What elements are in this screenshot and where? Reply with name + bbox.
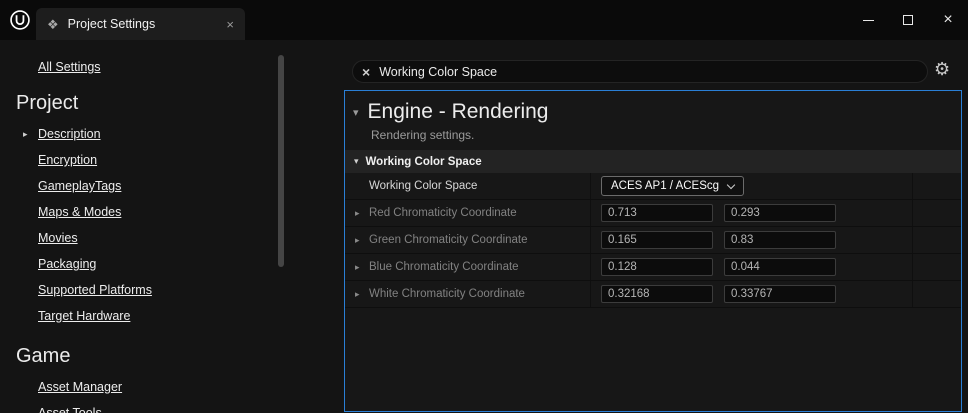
sidebar-item-maps-modes[interactable]: Maps & Modes xyxy=(38,199,344,225)
search-input[interactable] xyxy=(379,65,918,79)
chevron-down-icon xyxy=(727,180,735,188)
maximize-button[interactable] xyxy=(888,0,928,40)
sidebar-item-label: Encryption xyxy=(38,153,97,167)
sidebar-item-encryption[interactable]: Encryption xyxy=(38,147,344,173)
coordinate-x-input[interactable] xyxy=(601,258,713,276)
setting-label: White Chromaticity Coordinate xyxy=(369,288,525,300)
coordinate-x-input[interactable] xyxy=(601,285,713,303)
sidebar-item-label: Maps & Modes xyxy=(38,205,121,219)
row-blue-chromaticity: ▸ Blue Chromaticity Coordinate xyxy=(345,254,961,281)
sidebar-scrollbar[interactable] xyxy=(278,55,284,267)
setting-label: Working Color Space xyxy=(369,180,477,192)
row-value-cell xyxy=(591,227,913,253)
sidebar-item-label: GameplayTags xyxy=(38,179,121,193)
sidebar-section-game: Game xyxy=(16,345,344,368)
sidebar-item-packaging[interactable]: Packaging xyxy=(38,251,344,277)
sidebar-item-supported-platforms[interactable]: Supported Platforms xyxy=(38,277,344,303)
sidebar-section-project: Project xyxy=(16,92,344,115)
project-settings-tab-icon: ❖ xyxy=(47,18,59,31)
coordinate-y-input[interactable] xyxy=(724,231,836,249)
row-red-chromaticity: ▸ Red Chromaticity Coordinate xyxy=(345,200,961,227)
row-green-chromaticity: ▸ Green Chromaticity Coordinate xyxy=(345,227,961,254)
expand-arrow-icon[interactable]: ▸ xyxy=(23,129,28,140)
row-label-cell: Working Color Space xyxy=(345,173,591,199)
setting-label: Red Chromaticity Coordinate xyxy=(369,207,517,219)
reset-cell xyxy=(913,173,961,199)
row-value-cell xyxy=(591,200,913,226)
row-value-cell: ACES AP1 / ACEScg xyxy=(591,173,913,199)
row-value-cell xyxy=(591,281,913,307)
tab-title: Project Settings xyxy=(68,17,156,31)
row-label-cell: ▸ Red Chromaticity Coordinate xyxy=(345,200,591,226)
coordinate-y-input[interactable] xyxy=(724,204,836,222)
sidebar-item-label: Asset Manager xyxy=(38,380,122,394)
row-label-cell: ▸ White Chromaticity Coordinate xyxy=(345,281,591,307)
panel-subtitle: Rendering settings. xyxy=(371,128,961,142)
sidebar-item-asset-tools[interactable]: Asset Tools xyxy=(38,400,344,413)
unreal-engine-logo-icon xyxy=(9,9,31,31)
coordinate-x-input[interactable] xyxy=(601,231,713,249)
reset-cell xyxy=(913,200,961,226)
color-space-dropdown[interactable]: ACES AP1 / ACEScg xyxy=(601,176,744,196)
row-label-cell: ▸ Green Chromaticity Coordinate xyxy=(345,227,591,253)
sidebar-item-description[interactable]: ▸ Description xyxy=(38,121,344,147)
expand-arrow-icon[interactable]: ▸ xyxy=(355,235,360,246)
settings-gear-icon[interactable]: ⚙ xyxy=(934,59,950,80)
setting-label: Green Chromaticity Coordinate xyxy=(369,234,528,246)
collapse-arrow-icon[interactable]: ▾ xyxy=(353,106,359,119)
panel-title: Engine - Rendering xyxy=(368,100,549,124)
sidebar-item-label: Target Hardware xyxy=(38,309,130,323)
sidebar-item-label: Asset Tools xyxy=(38,406,102,413)
row-working-color-space: Working Color Space ACES AP1 / ACEScg xyxy=(345,173,961,200)
project-settings-tab[interactable]: ❖ Project Settings × xyxy=(36,8,245,40)
coordinate-y-input[interactable] xyxy=(724,285,836,303)
window-controls: × xyxy=(848,0,968,40)
sidebar-item-label: Description xyxy=(38,127,101,141)
setting-label: Blue Chromaticity Coordinate xyxy=(369,261,519,273)
reset-cell xyxy=(913,281,961,307)
sidebar-item-label: Supported Platforms xyxy=(38,283,152,297)
clear-search-icon[interactable]: × xyxy=(362,65,370,79)
category-working-color-space[interactable]: ▾ Working Color Space xyxy=(345,150,961,173)
expand-arrow-icon[interactable]: ▸ xyxy=(355,289,360,300)
sidebar-item-label: Movies xyxy=(38,231,78,245)
sidebar-item-asset-manager[interactable]: Asset Manager xyxy=(38,374,344,400)
sidebar-item-label: Packaging xyxy=(38,257,96,271)
sidebar-item-gameplaytags[interactable]: GameplayTags xyxy=(38,173,344,199)
expand-arrow-icon[interactable]: ▸ xyxy=(355,262,360,273)
row-value-cell xyxy=(591,254,913,280)
panel-header: ▾ Engine - Rendering xyxy=(345,91,961,124)
dropdown-value: ACES AP1 / ACEScg xyxy=(611,180,719,192)
reset-cell xyxy=(913,227,961,253)
sidebar-item-target-hardware[interactable]: Target Hardware xyxy=(38,303,344,329)
coordinate-y-input[interactable] xyxy=(724,258,836,276)
sidebar-item-all-settings[interactable]: All Settings xyxy=(38,60,101,74)
reset-cell xyxy=(913,254,961,280)
maximize-icon xyxy=(903,15,913,25)
category-label: Working Color Space xyxy=(366,156,482,168)
coordinate-x-input[interactable] xyxy=(601,204,713,222)
sidebar-item-movies[interactable]: Movies xyxy=(38,225,344,251)
search-box[interactable]: × xyxy=(352,60,928,83)
row-white-chromaticity: ▸ White Chromaticity Coordinate xyxy=(345,281,961,308)
titlebar: ❖ Project Settings × × xyxy=(0,0,968,40)
category-collapse-icon[interactable]: ▾ xyxy=(354,156,359,167)
settings-sidebar: All Settings Project ▸ Description Encry… xyxy=(0,40,344,413)
minimize-button[interactable] xyxy=(848,0,888,40)
settings-main: × ⚙ ▾ Engine - Rendering Rendering setti… xyxy=(344,40,968,413)
tab-close-icon[interactable]: × xyxy=(226,18,234,31)
expand-arrow-icon[interactable]: ▸ xyxy=(355,208,360,219)
minimize-icon xyxy=(863,20,874,21)
engine-rendering-panel: ▾ Engine - Rendering Rendering settings.… xyxy=(344,90,962,412)
row-label-cell: ▸ Blue Chromaticity Coordinate xyxy=(345,254,591,280)
close-button[interactable]: × xyxy=(928,0,968,40)
